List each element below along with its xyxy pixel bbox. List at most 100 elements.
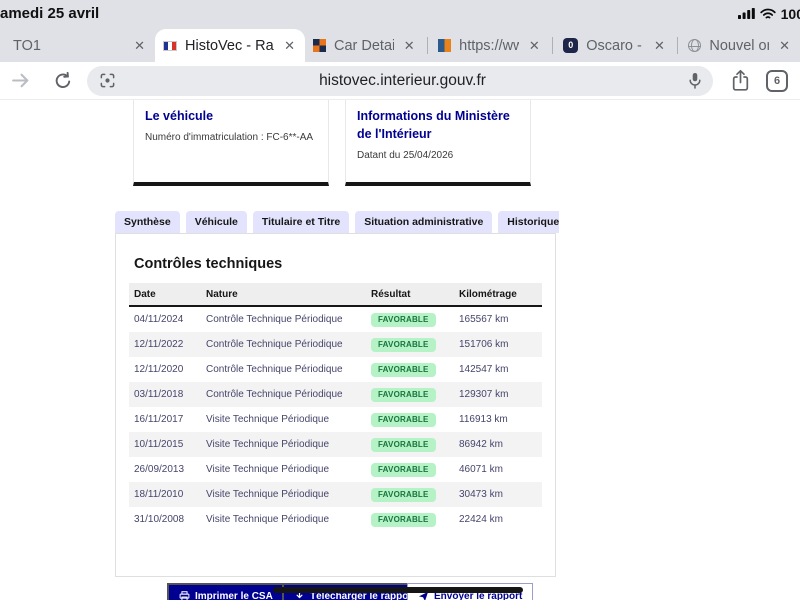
browser-chrome: amedi 25 avril 100 TO1✕HistoVec - Rap✕Ca… xyxy=(0,0,800,62)
table-row: 12/11/2020Contrôle Technique Périodique F… xyxy=(129,357,542,382)
table-row: 18/11/2010Visite Technique PériodiqueFAV… xyxy=(129,482,542,507)
cell-nature: Contrôle Technique Périodique xyxy=(201,364,366,375)
col-header-resultat: Résultat xyxy=(366,289,454,300)
tab-count-badge[interactable]: 6 xyxy=(766,70,788,92)
browser-tab-https-www-ve[interactable]: https://www.ve ✕ xyxy=(430,29,550,62)
browser-tab-histovec-rap[interactable]: HistoVec - Rap✕ xyxy=(155,29,305,62)
cell-resultat: FAVORABLE xyxy=(366,388,454,402)
tab-titulaire-et-titre[interactable]: Titulaire et Titre xyxy=(253,211,349,233)
browser-toolbar: histovec.interieur.gouv.fr 6 xyxy=(0,62,800,100)
status-badge: FAVORABLE xyxy=(371,413,436,427)
cell-nature: Visite Technique Périodique xyxy=(201,439,366,450)
url-bar[interactable]: histovec.interieur.gouv.fr xyxy=(87,66,713,96)
cell-nature: Contrôle Technique Périodique xyxy=(201,389,366,400)
close-tab-icon[interactable]: ✕ xyxy=(402,38,417,54)
browser-tab-label: https://www.ve xyxy=(459,38,519,54)
status-badge: FAVORABLE xyxy=(371,438,436,452)
lens-icon[interactable] xyxy=(99,72,116,89)
cell-kilometrage: 46071 km xyxy=(454,464,542,475)
cell-kilometrage: 151706 km xyxy=(454,339,542,350)
cell-date: 18/11/2010 xyxy=(129,489,201,500)
forward-icon[interactable] xyxy=(10,70,31,91)
ministry-card-title: Informations du Ministère de l'Intérieur xyxy=(357,107,519,143)
tab-vehicule[interactable]: Véhicule xyxy=(186,211,247,233)
close-tab-icon[interactable]: ✕ xyxy=(132,38,147,54)
microphone-icon[interactable] xyxy=(689,72,701,90)
wifi-icon xyxy=(760,8,776,20)
tab-synthese[interactable]: Synthèse xyxy=(115,211,180,233)
section-title: Contrôles techniques xyxy=(134,256,555,272)
table-row: 12/11/2022Contrôle Technique PériodiqueF… xyxy=(129,332,542,357)
browser-tab-oscaro-piece[interactable]: 0Oscaro - Pièce✕ xyxy=(555,29,675,62)
tab-separator xyxy=(427,37,429,54)
status-badge: FAVORABLE xyxy=(371,463,436,477)
close-tab-icon[interactable]: ✕ xyxy=(652,38,667,54)
close-tab-icon[interactable]: ✕ xyxy=(527,38,542,54)
cell-date: 10/11/2015 xyxy=(129,439,201,450)
col-header-kilometrage: Kilométrage xyxy=(454,289,542,300)
globe-favicon-icon xyxy=(688,39,701,52)
cell-kilometrage: 165567 km xyxy=(454,314,542,325)
cell-date: 12/11/2022 xyxy=(129,339,201,350)
browser-tab-label: Car Detail - Ad xyxy=(334,38,394,54)
cell-nature: Visite Technique Périodique xyxy=(201,414,366,425)
close-tab-icon[interactable]: ✕ xyxy=(777,38,792,54)
cell-date: 26/09/2013 xyxy=(129,464,201,475)
ministry-card: Informations du Ministère de l'Intérieur… xyxy=(345,100,531,186)
registration-number: Numéro d'immatriculation : FC-6**-AA xyxy=(145,132,317,143)
cell-date: 12/11/2020 xyxy=(129,364,201,375)
flag-favicon-icon xyxy=(163,41,177,51)
report-date: Datant du 25/04/2026 xyxy=(357,150,519,161)
cell-nature: Contrôle Technique Périodique xyxy=(201,314,366,325)
cell-kilometrage: 142547 km xyxy=(454,364,542,375)
cell-date: 16/11/2017 xyxy=(129,414,201,425)
table-row: 03/11/2018Contrôle Technique Périodique F… xyxy=(129,382,542,407)
checker-favicon-icon xyxy=(313,39,326,52)
report-nav-tabs: Synthèse Véhicule Titulaire et Titre Situat… xyxy=(115,211,559,234)
cell-date: 03/11/2018 xyxy=(129,389,201,400)
imprimer-le-csa-button[interactable]: Imprimer le CSA xyxy=(167,583,285,600)
col-header-nature: Nature xyxy=(201,289,366,300)
status-badge: FAVORABLE xyxy=(371,363,436,377)
browser-tab-to1[interactable]: TO1✕ xyxy=(5,29,155,62)
cell-resultat: FAVORABLE xyxy=(366,513,454,527)
cell-kilometrage: 86942 km xyxy=(454,439,542,450)
cell-resultat: FAVORABLE xyxy=(366,463,454,477)
status-badge: FAVORABLE xyxy=(371,388,436,402)
histovec-page: Le véhicule Numéro d'immatriculation : F… xyxy=(0,100,800,600)
browser-tab-label: Nouvel onglet xyxy=(709,38,769,54)
cell-resultat: FAVORABLE xyxy=(366,313,454,327)
battery-percent: 100 xyxy=(781,6,800,22)
tab-separator xyxy=(552,37,554,54)
url-text[interactable]: histovec.interieur.gouv.fr xyxy=(116,72,689,90)
cell-kilometrage: 30473 km xyxy=(454,489,542,500)
table-body: 04/11/2024Contrôle Technique PériodiqueF… xyxy=(129,307,542,532)
status-badge: FAVORABLE xyxy=(371,313,436,327)
status-badge: FAVORABLE xyxy=(371,488,436,502)
cell-kilometrage: 116913 km xyxy=(454,414,542,425)
split-favicon-icon xyxy=(438,39,451,52)
reload-icon[interactable] xyxy=(53,71,73,91)
table-row: 16/11/2017Visite Technique Périodique FAV… xyxy=(129,407,542,432)
status-badge: FAVORABLE xyxy=(371,513,436,527)
vehicle-card-title: Le véhicule xyxy=(145,107,317,125)
cell-resultat: FAVORABLE xyxy=(366,413,454,427)
browser-tab-car-detail-ad[interactable]: Car Detail - Ad ✕ xyxy=(305,29,425,62)
cell-kilometrage: 22424 km xyxy=(454,514,542,525)
cellular-signal-icon xyxy=(738,8,755,19)
close-tab-icon[interactable]: ✕ xyxy=(282,38,297,54)
table-row: 10/11/2015Visite Technique Périodique FAV… xyxy=(129,432,542,457)
home-indicator[interactable] xyxy=(273,587,523,593)
tab-historique[interactable]: Historique xyxy=(498,211,559,233)
table-row: 04/11/2024Contrôle Technique PériodiqueF… xyxy=(129,307,542,332)
col-header-date: Date xyxy=(129,289,201,300)
tab-separator xyxy=(677,37,679,54)
cell-nature: Visite Technique Périodique xyxy=(201,514,366,525)
share-icon[interactable] xyxy=(731,69,750,93)
tab-situation-administrative[interactable]: Situation administrative xyxy=(355,211,492,233)
browser-tab-nouvel-onglet[interactable]: Nouvel onglet ✕ xyxy=(680,29,800,62)
printer-icon xyxy=(179,591,190,600)
status-date: amedi 25 avril xyxy=(0,5,99,22)
cell-date: 31/10/2008 xyxy=(129,514,201,525)
cell-nature: Visite Technique Périodique xyxy=(201,464,366,475)
